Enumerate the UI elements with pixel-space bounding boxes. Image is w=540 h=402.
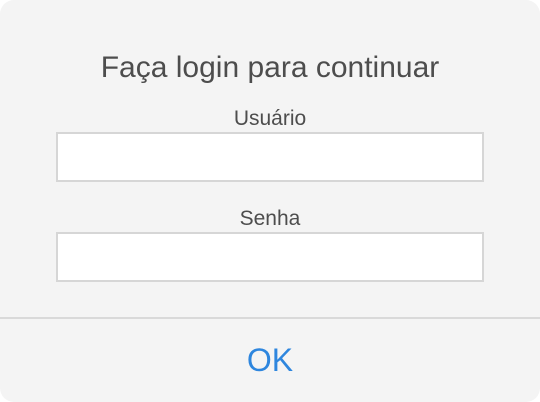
dialog-title: Faça login para continuar bbox=[100, 51, 440, 84]
ok-button[interactable]: OK bbox=[0, 319, 540, 402]
dialog-content: Faça login para continuar Usuário Senha bbox=[0, 0, 540, 318]
login-dialog: Faça login para continuar Usuário Senha … bbox=[0, 0, 540, 402]
password-input[interactable] bbox=[56, 232, 484, 282]
username-input[interactable] bbox=[56, 132, 484, 182]
password-label: Senha bbox=[239, 207, 301, 230]
username-label: Usuário bbox=[233, 107, 307, 130]
